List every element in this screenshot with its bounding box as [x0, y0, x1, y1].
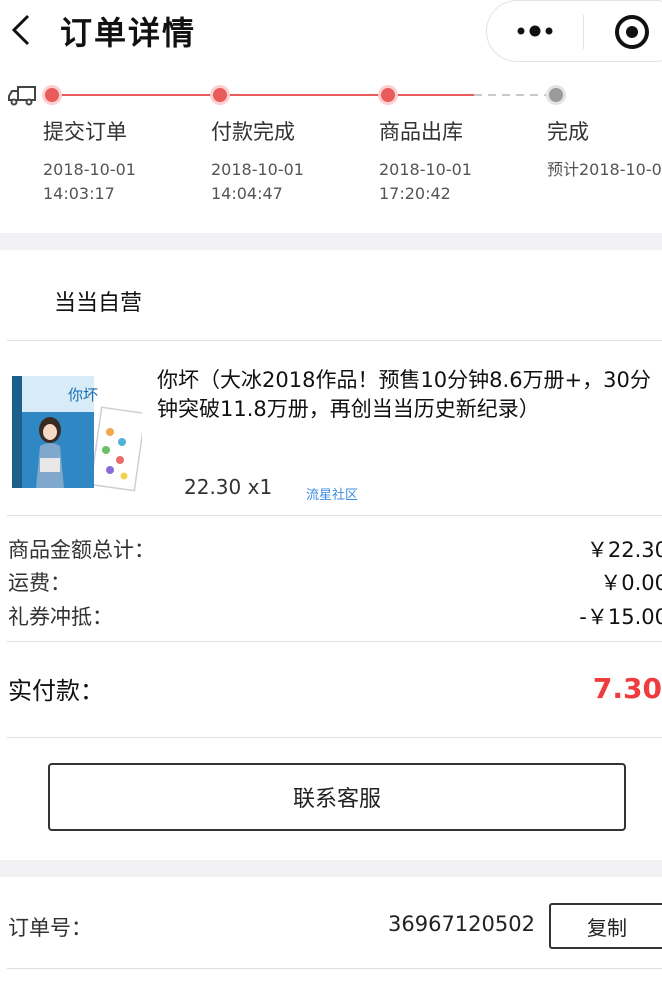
- summary-value: ￥0.00: [600, 571, 662, 595]
- progress-line-done: [52, 94, 474, 96]
- paid-label: 实付款：: [8, 677, 104, 705]
- step-time: 14:04:47: [211, 184, 283, 203]
- more-dots-icon[interactable]: [515, 23, 555, 39]
- progress-line-pending: [474, 94, 556, 96]
- truck-icon: [8, 86, 36, 106]
- summary-row-shipping: 运费： ￥0.00: [8, 567, 662, 597]
- summary-row-subtotal: 商品金额总计： ￥22.30: [8, 534, 662, 564]
- step-complete: 完成 预计2018-10-0: [547, 116, 662, 182]
- cover-title: 你坏: [68, 386, 98, 404]
- step-dot-submit: [45, 88, 59, 102]
- step-date: 2018-10-01: [379, 160, 472, 179]
- order-number-label: 订单号：: [8, 916, 92, 940]
- summary-value: ￥22.30: [586, 538, 662, 562]
- step-submit: 提交订单 2018-10-01 14:03:17: [43, 116, 213, 206]
- step-dot-complete: [549, 88, 563, 102]
- step-paid: 付款完成 2018-10-01 14:04:47: [211, 116, 381, 206]
- book-cover-image[interactable]: 你坏: [10, 372, 142, 492]
- divider: [7, 968, 662, 969]
- order-progress: 提交订单 2018-10-01 14:03:17 付款完成 2018-10-01…: [0, 72, 662, 232]
- copy-button[interactable]: 复制: [549, 903, 662, 949]
- step-time: 14:03:17: [43, 184, 115, 203]
- step-label: 商品出库: [379, 120, 463, 144]
- section-gap: [0, 233, 662, 250]
- chevron-left-icon[interactable]: [8, 10, 34, 50]
- publisher-label: 流星社区: [306, 488, 359, 503]
- step-date: 预计2018-10-0: [547, 160, 662, 179]
- step-dot-paid: [213, 88, 227, 102]
- summary-row-coupon: 礼券冲抵： -￥15.00: [8, 601, 662, 631]
- divider: [7, 340, 662, 341]
- product-title[interactable]: 你坏（大冰2018作品！预售10分钟8.6万册+，30分钟突破11.8万册，再创…: [157, 366, 662, 424]
- paid-amount: 7.30: [592, 672, 662, 705]
- shop-name[interactable]: 当当自营: [54, 285, 142, 317]
- summary-label: 运费：: [8, 571, 71, 595]
- order-number-value: 36967120502: [388, 912, 535, 936]
- contact-service-button[interactable]: 联系客服: [48, 763, 626, 831]
- step-label: 完成: [547, 120, 589, 144]
- product-price-qty: 22.30 x1: [184, 475, 273, 499]
- divider: [7, 737, 662, 738]
- step-dot-shipped: [381, 88, 395, 102]
- menu-capsule: [486, 0, 662, 62]
- step-date: 2018-10-01: [43, 160, 136, 179]
- capsule-divider: [583, 15, 584, 49]
- step-label: 提交订单: [43, 120, 127, 144]
- summary-label: 礼券冲抵：: [8, 605, 113, 629]
- header: 订单详情: [0, 0, 662, 62]
- step-shipped: 商品出库 2018-10-01 17:20:42: [379, 116, 549, 206]
- divider: [7, 515, 662, 516]
- summary-label: 商品金额总计：: [8, 538, 155, 562]
- step-date: 2018-10-01: [211, 160, 304, 179]
- step-label: 付款完成: [211, 120, 295, 144]
- section-gap: [0, 860, 662, 877]
- summary-value: -￥15.00: [579, 605, 662, 629]
- divider: [7, 641, 662, 642]
- page-title: 订单详情: [60, 14, 197, 52]
- step-time: 17:20:42: [379, 184, 451, 203]
- target-circle-icon[interactable]: [613, 13, 651, 51]
